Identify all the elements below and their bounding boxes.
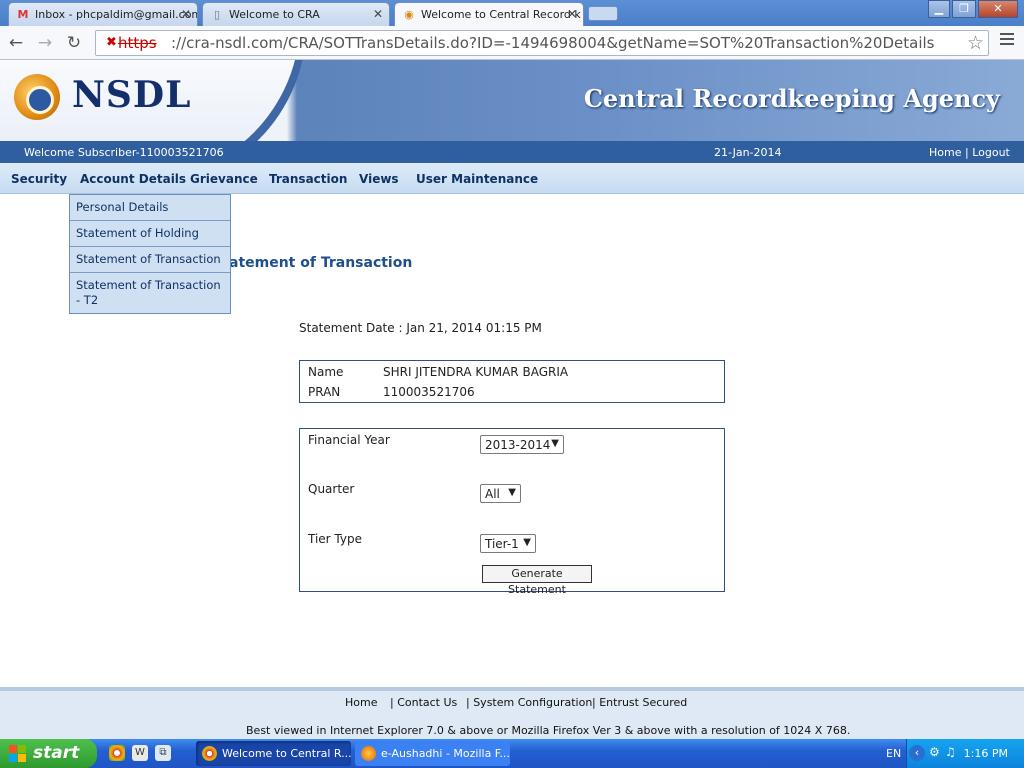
account-details-menu: Personal Details Statement of Holding St… bbox=[69, 194, 231, 314]
menu-item-statement-of-transaction-t2[interactable]: Statement of Transaction - T2 bbox=[70, 273, 230, 313]
browser-toolbar: ← → ↻ ✖ https ://cra-nsdl.com/CRA/SOTTra… bbox=[0, 26, 1024, 60]
taskbar-item-chrome[interactable]: Welcome to Central R... bbox=[196, 741, 351, 766]
chrome-icon bbox=[202, 746, 217, 761]
nsdl-icon: ◉ bbox=[404, 8, 414, 21]
name-label: Name bbox=[308, 365, 344, 379]
browser-tab-active[interactable]: ◉ Welcome to Central Record k ✕ bbox=[394, 2, 584, 27]
taskbar-item-firefox[interactable]: e-Aushadhi - Mozilla F... bbox=[355, 741, 510, 766]
logout-link[interactable]: Logout bbox=[972, 146, 1010, 159]
screen: { "browser": { "tabs": [ {"title": "Inbo… bbox=[0, 0, 1024, 768]
insecure-lock-icon: ✖ bbox=[106, 35, 117, 50]
footer-system-config-link[interactable]: | System Configuration bbox=[466, 696, 592, 709]
agency-title: Central Recordkeeping Agency bbox=[583, 84, 1000, 113]
url-text: ://cra-nsdl.com/CRA/SOTTransDetails.do?I… bbox=[171, 34, 935, 52]
footer-browser-note: Best viewed in Internet Explorer 7.0 & a… bbox=[246, 724, 851, 737]
name-value: SHRI JITENDRA KUMAR BAGRIA bbox=[383, 365, 569, 379]
browser-tab-strip: M Inbox - phcpaldim@gmail.com ✕ ▯ Welcom… bbox=[0, 0, 1024, 27]
windows-taskbar: start W ⧉ Welcome to Central R... e-Aush… bbox=[0, 739, 1024, 768]
brand-name: NSDL bbox=[72, 74, 192, 116]
quarter-select[interactable]: All ▼ bbox=[480, 484, 521, 503]
close-icon[interactable]: ✕ bbox=[567, 7, 577, 21]
tray-expand-icon[interactable]: ‹ bbox=[909, 745, 925, 761]
site-banner: NSDL Central Recordkeeping Agency bbox=[0, 60, 1024, 141]
close-icon[interactable]: ✕ bbox=[373, 7, 383, 21]
editor-quicklaunch-icon[interactable]: W bbox=[132, 745, 148, 761]
volume-icon[interactable]: ♫ bbox=[945, 745, 956, 759]
system-tray: ‹ ⚙ ♫ 1:16 PM bbox=[906, 739, 1024, 768]
browser-tab-cra[interactable]: ▯ Welcome to CRA ✕ bbox=[202, 2, 390, 26]
explorer-quicklaunch-icon[interactable]: ⧉ bbox=[155, 745, 171, 761]
start-button[interactable]: start bbox=[0, 739, 97, 768]
menu-item-statement-of-holding[interactable]: Statement of Holding bbox=[70, 221, 230, 247]
page-icon: ▯ bbox=[213, 8, 221, 21]
tier-type-label: Tier Type bbox=[308, 532, 362, 546]
windows-logo-icon bbox=[9, 745, 26, 762]
tier-type-select[interactable]: Tier-1 ▼ bbox=[480, 534, 536, 553]
pran-label: PRAN bbox=[308, 385, 341, 399]
language-indicator[interactable]: EN bbox=[886, 747, 901, 760]
welcome-bar: Welcome Subscriber-110003521706 21-Jan-2… bbox=[0, 141, 1024, 163]
firefox-icon bbox=[361, 746, 376, 761]
nav-transaction[interactable]: Transaction bbox=[269, 172, 347, 186]
current-date: 21-Jan-2014 bbox=[714, 146, 782, 159]
menu-item-personal-details[interactable]: Personal Details bbox=[70, 195, 230, 221]
financial-year-label: Financial Year bbox=[308, 433, 390, 447]
menu-item-statement-of-transaction[interactable]: Statement of Transaction bbox=[70, 247, 230, 273]
address-bar[interactable]: ✖ https ://cra-nsdl.com/CRA/SOTTransDeta… bbox=[95, 30, 989, 56]
maximize-button[interactable]: ❐ bbox=[952, 0, 976, 18]
footer-home-link[interactable]: Home bbox=[345, 696, 377, 709]
browser-menu-icon[interactable] bbox=[1000, 33, 1014, 47]
gmail-icon: M bbox=[17, 8, 29, 21]
nav-views[interactable]: Views bbox=[359, 172, 399, 186]
bookmark-star-icon[interactable]: ☆ bbox=[967, 32, 984, 54]
close-icon[interactable]: ✕ bbox=[181, 7, 191, 21]
subscriber-info-box: Name SHRI JITENDRA KUMAR BAGRIA PRAN 110… bbox=[299, 360, 725, 403]
page-footer: Home | Contact Us | System Configuration… bbox=[0, 691, 1024, 739]
page-title: atement of Transaction bbox=[229, 255, 413, 271]
minimize-button[interactable]: ▁ bbox=[928, 0, 950, 18]
clock[interactable]: 1:16 PM bbox=[964, 747, 1008, 760]
dropdown-arrow-icon: ▼ bbox=[523, 537, 531, 548]
footer-entrust-link[interactable]: | Entrust Secured bbox=[592, 696, 687, 709]
statement-date: Statement Date : Jan 21, 2014 01:15 PM bbox=[299, 321, 542, 335]
chrome-quicklaunch-icon[interactable] bbox=[109, 745, 125, 761]
financial-year-select[interactable]: 2013-2014 ▼ bbox=[480, 435, 564, 454]
generate-statement-button[interactable]: Generate Statement bbox=[482, 565, 592, 596]
home-link[interactable]: Home bbox=[929, 146, 961, 159]
nav-account-details[interactable]: Account Details bbox=[80, 172, 186, 186]
nav-grievance[interactable]: Grievance bbox=[190, 172, 258, 186]
back-arrow-icon[interactable]: ← bbox=[6, 33, 26, 53]
url-scheme: https bbox=[118, 34, 157, 52]
browser-tab-gmail[interactable]: M Inbox - phcpaldim@gmail.com ✕ bbox=[8, 2, 198, 26]
nav-user-maintenance[interactable]: User Maintenance bbox=[416, 172, 538, 186]
main-nav: Security Account Details Grievance Trans… bbox=[0, 163, 1024, 194]
quarter-label: Quarter bbox=[308, 482, 355, 496]
footer-contact-link[interactable]: | Contact Us bbox=[390, 696, 457, 709]
forward-arrow-icon[interactable]: → bbox=[35, 33, 55, 53]
nsdl-logo-icon bbox=[14, 74, 60, 120]
dropdown-arrow-icon: ▼ bbox=[551, 438, 559, 449]
window-close-button[interactable]: ✕ bbox=[978, 0, 1018, 18]
welcome-text: Welcome Subscriber-110003521706 bbox=[24, 146, 224, 159]
dropdown-arrow-icon: ▼ bbox=[508, 487, 516, 498]
network-icon[interactable]: ⚙ bbox=[929, 745, 940, 759]
reload-icon[interactable]: ↻ bbox=[64, 33, 84, 53]
nav-security[interactable]: Security bbox=[11, 172, 67, 186]
pran-value: 110003521706 bbox=[383, 385, 475, 399]
new-tab-button[interactable] bbox=[588, 6, 618, 21]
